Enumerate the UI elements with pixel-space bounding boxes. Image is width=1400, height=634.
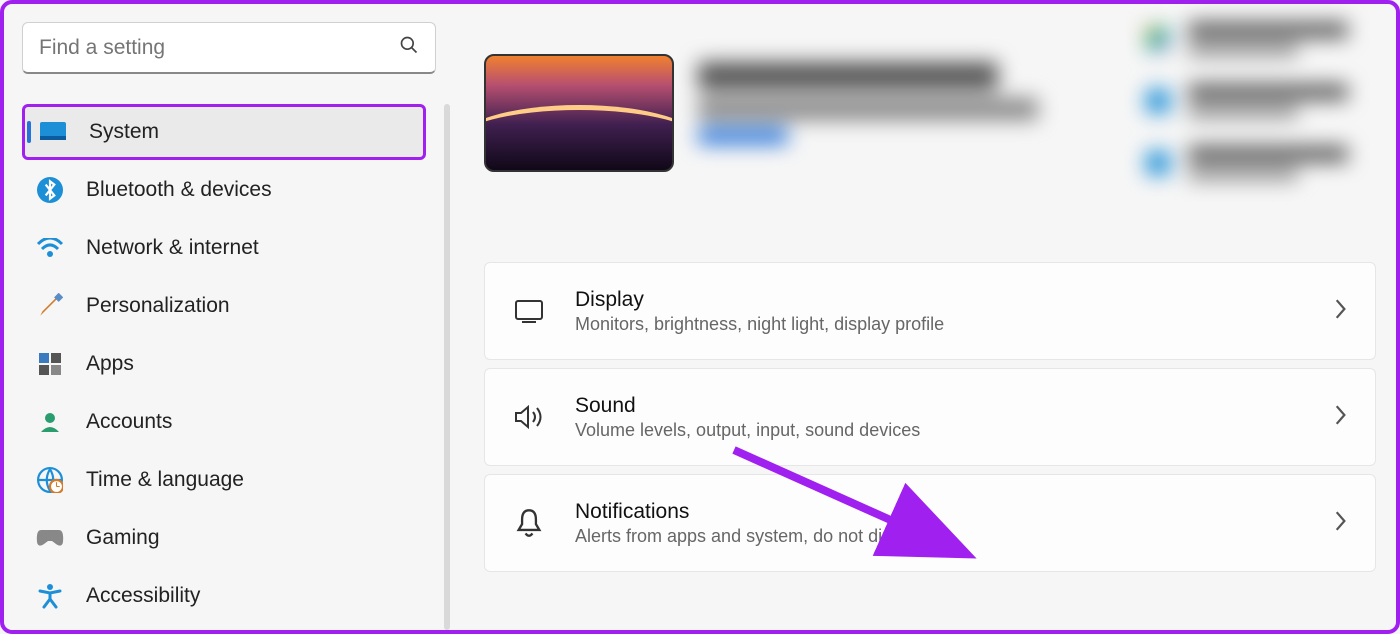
setting-notifications[interactable]: Notifications Alerts from apps and syste…: [484, 474, 1376, 572]
setting-subtitle: Monitors, brightness, night light, displ…: [575, 314, 944, 335]
search-field[interactable]: [39, 36, 359, 60]
sidebar-item-system[interactable]: System: [22, 104, 426, 160]
sound-icon: [513, 404, 545, 430]
sidebar-item-label: Accessibility: [86, 584, 200, 608]
display-icon: [513, 299, 545, 323]
sidebar-item-label: Apps: [86, 352, 134, 376]
setting-title: Notifications: [575, 500, 922, 524]
sidebar-item-gaming[interactable]: Gaming: [22, 510, 426, 566]
sidebar-item-apps[interactable]: Apps: [22, 336, 426, 392]
setting-sound[interactable]: Sound Volume levels, output, input, soun…: [484, 368, 1376, 466]
personalization-icon: [36, 292, 64, 320]
sidebar-item-label: Personalization: [86, 294, 230, 318]
sidebar-item-label: Network & internet: [86, 236, 259, 260]
system-icon: [39, 118, 67, 146]
chevron-right-icon: [1333, 510, 1347, 537]
quick-links-blurred: [1146, 0, 1386, 208]
device-info-blurred: [698, 54, 1038, 152]
bluetooth-icon: [36, 176, 64, 204]
sidebar-item-personalization[interactable]: Personalization: [22, 278, 426, 334]
search-input[interactable]: [22, 22, 436, 74]
chevron-right-icon: [1333, 298, 1347, 325]
notifications-icon: [513, 508, 545, 538]
wifi-icon: [36, 234, 64, 262]
setting-subtitle: Alerts from apps and system, do not dist…: [575, 526, 922, 547]
sidebar-item-label: Accounts: [86, 410, 172, 434]
gaming-icon: [36, 524, 64, 552]
sidebar-item-bluetooth[interactable]: Bluetooth & devices: [22, 162, 426, 218]
setting-subtitle: Volume levels, output, input, sound devi…: [575, 420, 920, 441]
sidebar-item-network[interactable]: Network & internet: [22, 220, 426, 276]
setting-title: Display: [575, 288, 944, 312]
sidebar-item-accessibility[interactable]: Accessibility: [22, 568, 426, 624]
sidebar-item-time-language[interactable]: Time & language: [22, 452, 426, 508]
sidebar-item-accounts[interactable]: Accounts: [22, 394, 426, 450]
time-language-icon: [36, 466, 64, 494]
apps-icon: [36, 350, 64, 378]
sidebar-item-label: Bluetooth & devices: [86, 178, 272, 202]
setting-display[interactable]: Display Monitors, brightness, night ligh…: [484, 262, 1376, 360]
sidebar-item-label: Gaming: [86, 526, 160, 550]
chevron-right-icon: [1333, 404, 1347, 431]
main-content: Display Monitors, brightness, night ligh…: [444, 4, 1396, 630]
sidebar-item-label: Time & language: [86, 468, 244, 492]
accounts-icon: [36, 408, 64, 436]
sidebar: System Bluetooth & devices Network & int…: [4, 4, 444, 630]
setting-title: Sound: [575, 394, 920, 418]
device-thumbnail: [484, 54, 674, 172]
device-header: [484, 54, 1376, 172]
sidebar-item-label: System: [89, 120, 159, 144]
search-icon: [399, 35, 419, 61]
accessibility-icon: [36, 582, 64, 610]
